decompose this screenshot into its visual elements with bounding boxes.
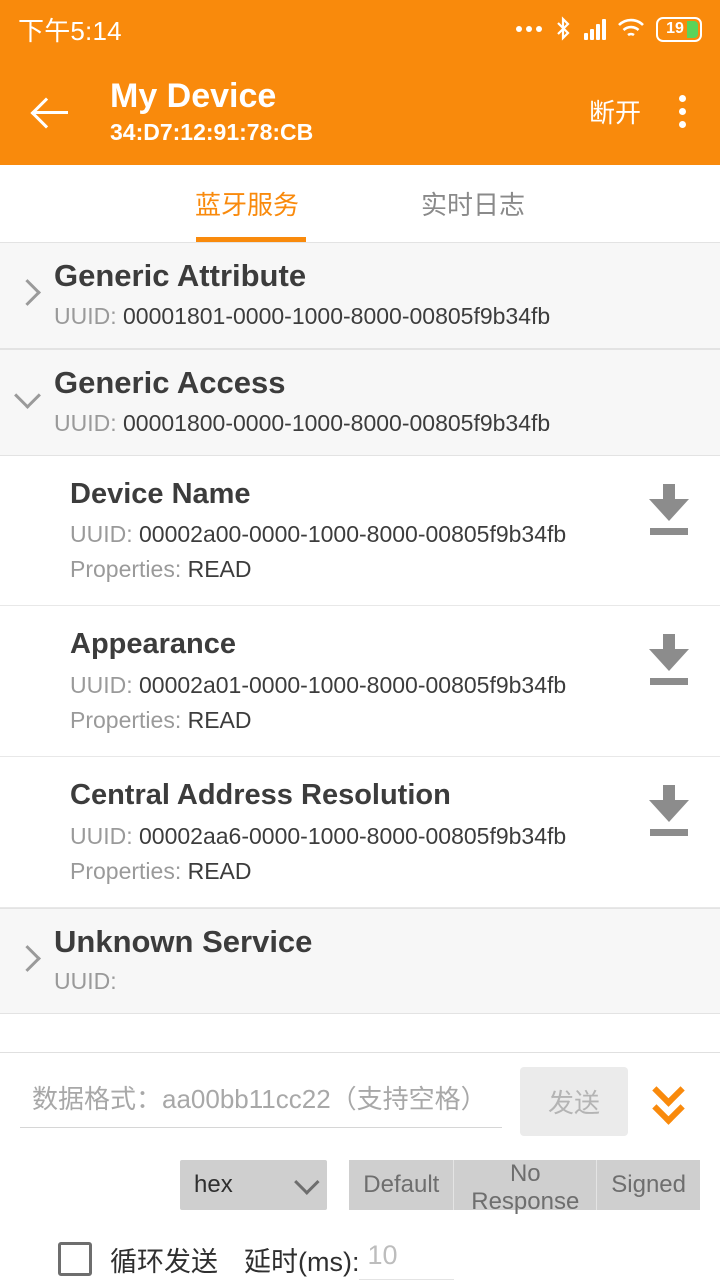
- disconnect-button[interactable]: 断开: [589, 93, 641, 130]
- format-spinner-value: hex: [194, 1171, 233, 1198]
- characteristic-properties-label: Properties:: [70, 857, 182, 884]
- status-time: 下午5:14: [18, 15, 122, 46]
- service-text: Unknown Service UUID:: [54, 923, 720, 996]
- service-name: Generic Access: [54, 364, 286, 400]
- characteristic-row[interactable]: Device Name UUID: 00002a00-0000-1000-800…: [0, 455, 720, 607]
- tab-bar: 蓝牙服务 实时日志: [0, 165, 720, 242]
- characteristic-row[interactable]: Appearance UUID: 00002a01-0000-1000-8000…: [0, 606, 720, 757]
- service-row-generic-attribute[interactable]: Generic Attribute UUID: 00001801-0000-10…: [0, 242, 720, 349]
- tab-bluetooth-services[interactable]: 蓝牙服务: [189, 185, 305, 222]
- tab-realtime-log[interactable]: 实时日志: [415, 185, 531, 222]
- chevron-down-icon[interactable]: [0, 372, 54, 428]
- service-uuid-value: 00001800-0000-1000-8000-00805f9b34fb: [123, 409, 551, 436]
- app-bar: My Device 34:D7:12:91:78:CB 断开: [0, 58, 720, 165]
- characteristic-name: Central Address Resolution: [70, 778, 451, 811]
- characteristic-uuid-label: UUID:: [70, 521, 133, 548]
- status-bar: 下午5:14 19: [0, 0, 720, 58]
- write-type-segmented: Default No Response Signed: [349, 1160, 700, 1215]
- delay-input[interactable]: [359, 1238, 455, 1280]
- characteristic-name: Appearance: [70, 628, 237, 661]
- characteristic-uuid-label: UUID:: [70, 671, 133, 698]
- battery-level: 19: [666, 20, 684, 37]
- delay-label: 延时(ms):: [244, 1246, 360, 1277]
- bluetooth-icon: [557, 16, 570, 41]
- service-uuid-label: UUID:: [54, 302, 117, 329]
- wifi-icon: [618, 18, 644, 37]
- write-type-signed-button[interactable]: Signed: [597, 1160, 700, 1210]
- characteristic-text: Appearance UUID: 00002a01-0000-1000-8000…: [70, 626, 646, 734]
- characteristic-properties: Properties: READ: [70, 556, 646, 583]
- data-input[interactable]: [20, 1075, 502, 1128]
- characteristic-properties: Properties: READ: [70, 707, 646, 734]
- service-row-generic-access[interactable]: Generic Access UUID: 00001800-0000-1000-…: [0, 348, 720, 456]
- service-row-unknown-service[interactable]: Unknown Service UUID:: [0, 907, 720, 1015]
- characteristic-name: Device Name: [70, 477, 251, 510]
- signal-icon: [584, 18, 606, 40]
- characteristic-properties-value: READ: [187, 857, 252, 884]
- service-list: Generic Attribute UUID: 00001801-0000-10…: [0, 242, 720, 1015]
- service-uuid: UUID: 00001801-0000-1000-8000-00805f9b34…: [54, 303, 700, 330]
- service-name: Unknown Service: [54, 923, 313, 959]
- service-text: Generic Attribute UUID: 00001801-0000-10…: [54, 257, 720, 330]
- back-arrow-icon[interactable]: [24, 84, 80, 140]
- characteristic-row[interactable]: Central Address Resolution UUID: 00002aa…: [0, 756, 720, 908]
- characteristic-properties-value: READ: [187, 706, 252, 733]
- send-button[interactable]: 发送: [520, 1067, 628, 1136]
- characteristic-uuid: UUID: 00002a01-0000-1000-8000-00805f9b34…: [70, 672, 646, 699]
- service-text: Generic Access UUID: 00001800-0000-1000-…: [54, 364, 720, 437]
- characteristic-properties: Properties: READ: [70, 858, 646, 885]
- characteristic-uuid: UUID: 00002aa6-0000-1000-8000-00805f9b34…: [70, 823, 646, 850]
- page-title: My Device: [110, 76, 277, 115]
- app-bar-titles: My Device 34:D7:12:91:78:CB: [110, 77, 313, 147]
- write-type-default-button[interactable]: Default: [349, 1160, 455, 1210]
- loop-send-checkbox[interactable]: [58, 1242, 92, 1276]
- characteristic-uuid: UUID: 00002a00-0000-1000-8000-00805f9b34…: [70, 521, 646, 548]
- service-uuid: UUID: 00001800-0000-1000-8000-00805f9b34…: [54, 410, 700, 437]
- characteristic-uuid-value: 00002aa6-0000-1000-8000-00805f9b34fb: [139, 822, 567, 849]
- download-icon[interactable]: [646, 634, 692, 688]
- characteristic-text: Central Address Resolution UUID: 00002aa…: [70, 777, 646, 885]
- characteristic-text: Device Name UUID: 00002a00-0000-1000-800…: [70, 476, 646, 584]
- service-uuid-label: UUID:: [54, 968, 117, 995]
- download-icon[interactable]: [646, 784, 692, 839]
- overflow-menu-icon[interactable]: [669, 89, 696, 134]
- service-name: Generic Attribute: [54, 258, 307, 293]
- chevron-down-icon: [294, 1169, 320, 1195]
- characteristic-uuid-value: 00002a00-0000-1000-8000-00805f9b34fb: [139, 521, 567, 548]
- characteristic-properties-label: Properties:: [70, 556, 182, 583]
- loop-row: 循环发送 延时(ms):: [20, 1238, 700, 1280]
- app-bar-actions: 断开: [589, 89, 696, 134]
- loop-send-label: 循环发送: [110, 1246, 218, 1277]
- double-chevron-down-icon[interactable]: [646, 1073, 700, 1129]
- battery-icon: 19: [656, 16, 702, 42]
- options-row: hex Default No Response Signed: [20, 1160, 700, 1215]
- device-address: 34:D7:12:91:78:CB: [110, 118, 314, 145]
- download-icon[interactable]: [646, 483, 692, 538]
- send-row: 发送: [20, 1067, 700, 1136]
- service-uuid-label: UUID:: [54, 409, 117, 436]
- characteristic-uuid-label: UUID:: [70, 822, 133, 849]
- characteristic-properties-label: Properties:: [70, 706, 182, 733]
- app-screen: 下午5:14 19 My Device 34:D7:12:91:78:CB 断开: [0, 0, 720, 1280]
- format-spinner[interactable]: hex: [180, 1160, 328, 1210]
- service-uuid: UUID:: [54, 968, 700, 995]
- status-icons: 19: [516, 16, 702, 42]
- chevron-right-icon[interactable]: [0, 265, 54, 321]
- service-uuid-value: 00001801-0000-1000-8000-00805f9b34fb: [123, 302, 551, 329]
- write-type-no-response-button[interactable]: No Response: [454, 1160, 598, 1215]
- chevron-right-icon[interactable]: [0, 931, 54, 987]
- more-dots-icon: [516, 26, 542, 32]
- write-panel: 发送 hex Default No Response Signed 循环发送 延…: [0, 1052, 720, 1280]
- characteristic-uuid-value: 00002a01-0000-1000-8000-00805f9b34fb: [139, 671, 567, 698]
- characteristic-properties-value: READ: [187, 556, 252, 583]
